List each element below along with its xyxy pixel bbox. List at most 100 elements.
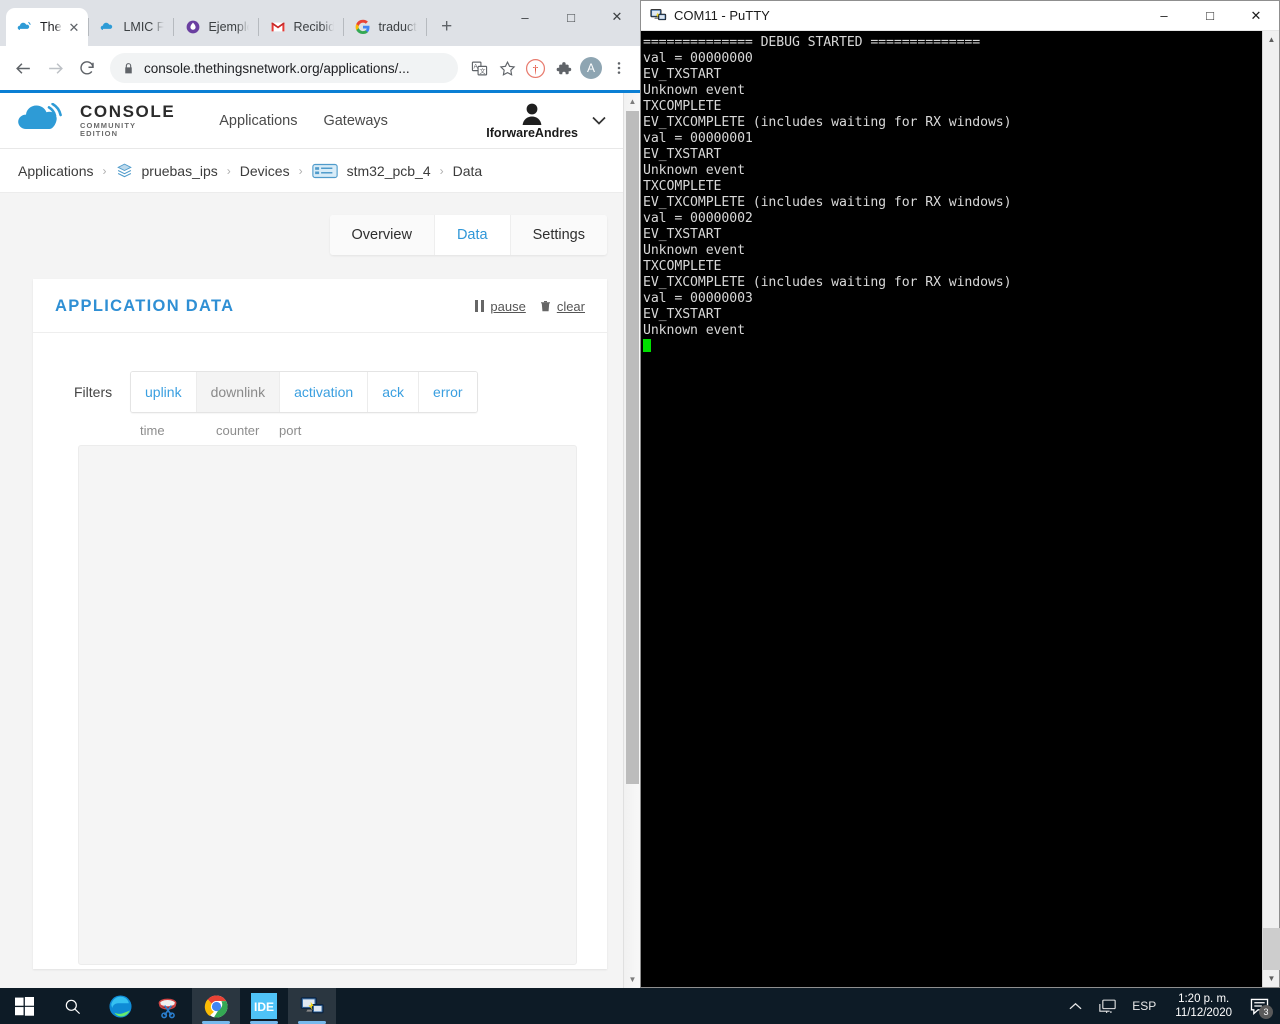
ttn-cloud-icon	[101, 22, 113, 30]
forward-button[interactable]	[40, 53, 70, 83]
terminal-output[interactable]: ============== DEBUG STARTED ===========…	[641, 31, 1262, 987]
browser-toolbar: console.thethingsnetwork.org/application…	[0, 46, 640, 90]
close-icon[interactable]: ✕	[69, 21, 80, 34]
close-button[interactable]: ✕	[594, 0, 640, 34]
filter-downlink[interactable]: downlink	[196, 372, 281, 412]
browser-tab-2[interactable]: Ejemplo	[174, 8, 258, 46]
scroll-up-icon[interactable]: ▲	[624, 93, 640, 110]
start-button[interactable]	[0, 988, 48, 1024]
translate-icon[interactable]: A 文	[466, 55, 492, 81]
putty-maximize-button[interactable]: □	[1187, 1, 1233, 30]
browser-window-controls: – □ ✕	[502, 0, 640, 34]
ttn-cloud-logo-icon	[18, 102, 62, 129]
notification-center-button[interactable]: 3	[1244, 988, 1274, 1024]
filter-buttons: uplink downlink activation ack error	[130, 371, 478, 413]
adobe-acrobat-icon[interactable]: †	[522, 55, 548, 81]
taskbar-item-arduino-ide[interactable]: IDE	[240, 988, 288, 1024]
svg-text:IDE: IDE	[254, 1000, 274, 1014]
filter-error[interactable]: error	[419, 372, 477, 412]
browser-menu-icon[interactable]	[606, 55, 632, 81]
chrome-browser-window: The ✕ LMIC FO Ejemplo	[0, 0, 640, 988]
pause-icon	[475, 299, 485, 314]
reload-button[interactable]	[72, 53, 102, 83]
device-board-icon	[311, 163, 338, 178]
clear-label[interactable]: clear	[557, 299, 585, 314]
page-scrollbar[interactable]: ▲ ▼	[623, 93, 640, 988]
browser-tab-strip: The ✕ LMIC FO Ejemplo	[0, 0, 640, 46]
gmail-icon	[272, 22, 285, 32]
network-monitor-icon[interactable]	[1093, 988, 1121, 1024]
browser-tab-title: Ejemplo	[208, 20, 250, 34]
breadcrumb-item-devices[interactable]: Devices	[240, 163, 290, 179]
breadcrumb-item-device-id[interactable]: stm32_pcb_4	[347, 163, 431, 179]
putty-close-button[interactable]: ✕	[1233, 1, 1279, 30]
tab-divider	[425, 18, 427, 36]
chevron-up-icon[interactable]	[1061, 988, 1089, 1024]
scrollbar-thumb[interactable]	[626, 111, 639, 784]
nav-item-applications[interactable]: Applications	[219, 113, 297, 129]
clock-time: 1:20 p. m.	[1178, 993, 1230, 1005]
avatar-initial: A	[580, 57, 602, 79]
clear-action[interactable]: clear	[540, 299, 585, 314]
browser-tab-3[interactable]: Recibid	[259, 8, 343, 46]
logo-subtitle-1: COMMUNITY	[80, 120, 137, 130]
filter-ack[interactable]: ack	[368, 372, 420, 412]
user-avatar-icon	[522, 103, 542, 125]
breadcrumb-item-application-id[interactable]: pruebas_ips	[142, 163, 218, 179]
column-header-port: port	[279, 423, 302, 438]
taskbar-item-putty[interactable]	[288, 988, 336, 1024]
clock[interactable]: 1:20 p. m. 11/12/2020	[1167, 992, 1240, 1020]
putty-minimize-button[interactable]: –	[1141, 1, 1187, 30]
browser-tab-title: Recibid	[293, 20, 335, 34]
putty-window-controls: – □ ✕	[1141, 1, 1279, 30]
windows-logo-icon	[14, 996, 34, 1016]
pause-action[interactable]: pause	[475, 299, 526, 314]
terminal-text: ============== DEBUG STARTED ===========…	[643, 35, 1012, 338]
scroll-up-icon[interactable]: ▲	[1263, 31, 1280, 48]
card-actions: pause clear	[475, 299, 585, 314]
nav-item-gateways[interactable]: Gateways	[323, 113, 387, 129]
putty-window: COM11 - PuTTY – □ ✕ ============== DEBUG…	[640, 0, 1280, 988]
browser-tab-0[interactable]: The ✕	[6, 8, 89, 46]
taskbar-item-snipping-tool[interactable]	[144, 988, 192, 1024]
maximize-button[interactable]: □	[548, 0, 594, 34]
tab-overview[interactable]: Overview	[329, 215, 435, 255]
language-indicator[interactable]: ESP	[1125, 999, 1163, 1013]
system-tray: ESP 1:20 p. m. 11/12/2020 3	[1061, 988, 1280, 1024]
new-tab-button[interactable]: +	[433, 13, 461, 41]
putty-scrollbar[interactable]: ▲ ▼	[1262, 31, 1280, 987]
filter-activation[interactable]: activation	[280, 372, 369, 412]
ttn-logo[interactable]: CONSOLE COMMUNITY EDITION	[16, 102, 175, 139]
arduino-ide-icon: IDE	[251, 993, 277, 1019]
layers-icon	[116, 163, 132, 178]
extensions-puzzle-icon[interactable]	[550, 55, 576, 81]
breadcrumb-separator: ›	[439, 163, 444, 178]
chevron-down-icon[interactable]	[592, 113, 606, 128]
user-menu[interactable]: IforwareAndres	[486, 102, 624, 140]
minimize-button[interactable]: –	[502, 0, 548, 34]
desktop: The ✕ LMIC FO Ejemplo	[0, 0, 1280, 1024]
address-bar[interactable]: console.thethingsnetwork.org/application…	[110, 53, 458, 83]
scroll-down-icon[interactable]: ▼	[1263, 970, 1280, 987]
breadcrumb-item-applications[interactable]: Applications	[18, 163, 94, 179]
tab-settings[interactable]: Settings	[510, 215, 607, 255]
card-title: APPLICATION DATA	[55, 297, 235, 315]
taskbar-item-search[interactable]	[48, 988, 96, 1024]
back-button[interactable]	[8, 53, 38, 83]
browser-tab-1[interactable]: LMIC FO	[89, 8, 173, 46]
pause-label[interactable]: pause	[490, 299, 525, 314]
taskbar-item-chrome[interactable]	[192, 988, 240, 1024]
browser-tab-4[interactable]: traduct	[344, 8, 425, 46]
breadcrumb-separator: ›	[298, 163, 303, 178]
filter-uplink[interactable]: uplink	[131, 372, 197, 412]
browser-tab-title: traduct	[378, 20, 417, 34]
page-tabs: Overview Data Settings	[329, 215, 607, 255]
scroll-down-icon[interactable]: ▼	[624, 971, 640, 988]
bookmark-star-icon[interactable]	[494, 55, 520, 81]
tab-data[interactable]: Data	[434, 215, 511, 255]
putty-scrollbar-thumb[interactable]	[1263, 928, 1280, 970]
putty-title-bar[interactable]: COM11 - PuTTY – □ ✕	[641, 1, 1279, 31]
google-chrome-icon	[204, 994, 228, 1018]
profile-avatar[interactable]: A	[578, 55, 604, 81]
taskbar-item-edge[interactable]	[96, 988, 144, 1024]
